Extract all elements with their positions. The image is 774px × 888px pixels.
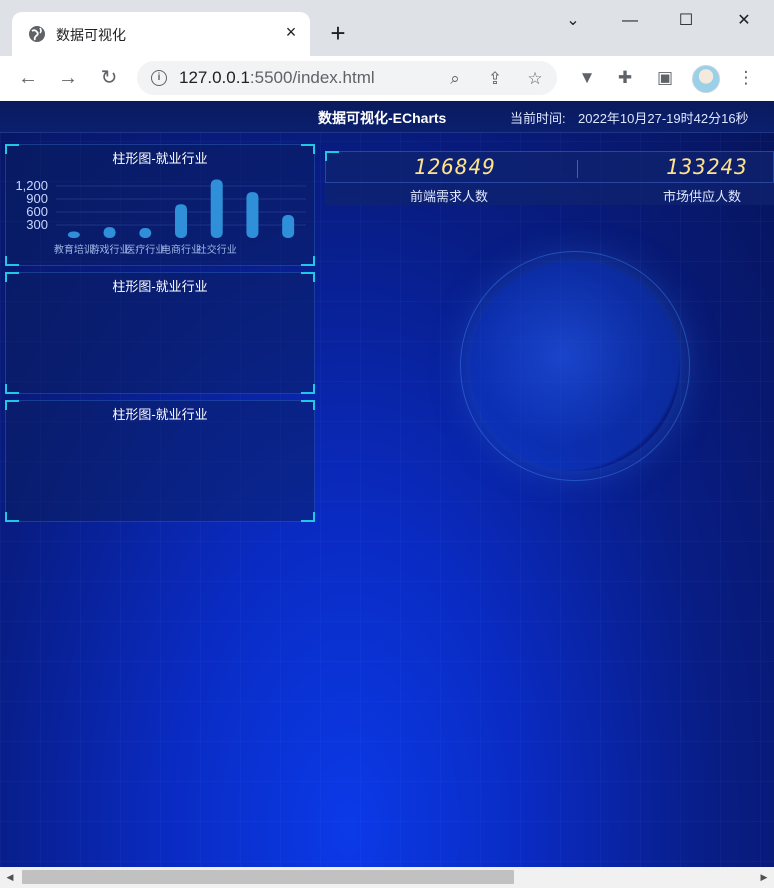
corner-decoration	[5, 512, 19, 522]
share-icon[interactable]: ⇪	[484, 68, 506, 90]
side-panel-icon[interactable]: ▣	[654, 66, 676, 90]
bar	[67, 231, 80, 238]
time-label: 当前时间:	[510, 111, 566, 126]
scroll-right-icon[interactable]: ▶	[758, 870, 770, 884]
browser-toolbar: ← → ↻ i 127.0.0.1:5500/index.html ⌕ ⇪ ☆ …	[0, 56, 774, 101]
bar	[175, 204, 187, 238]
close-window-button[interactable]: ✕	[731, 10, 757, 32]
horizontal-scrollbar[interactable]: ◀ ▶	[0, 867, 774, 888]
corner-decoration	[5, 384, 19, 394]
stat-demand-label: 前端需求人数	[410, 189, 489, 204]
bar	[282, 215, 295, 238]
corner-decoration	[301, 384, 315, 394]
stat-demand-value: 126849	[414, 155, 496, 179]
browser-chrome: 数据可视化 × + ⌄ — ☐ ✕ ← → ↻ i 127.0.0.1:5500…	[0, 0, 774, 101]
back-button[interactable]: ←	[14, 65, 42, 91]
dashboard-header: 数据可视化-ECharts 当前时间: 2022年10月27-19时42分16秒	[0, 101, 774, 133]
y-tick-label: 300	[26, 217, 48, 232]
corner-decoration	[325, 151, 339, 161]
x-tick-label: 教育培训	[54, 243, 94, 256]
new-tab-button[interactable]: +	[326, 20, 350, 46]
bookmark-star-icon[interactable]: ☆	[524, 68, 546, 90]
scrollbar-thumb[interactable]	[22, 870, 514, 884]
bar	[103, 227, 116, 238]
maximize-button[interactable]: ☐	[673, 10, 699, 32]
profile-avatar[interactable]	[692, 65, 720, 93]
stats-block: 126849 133243 前端需求人数 市场供应人数	[325, 151, 774, 205]
browser-tab[interactable]: 数据可视化 ×	[12, 12, 310, 56]
tab-search-icon[interactable]: ⌄	[560, 10, 586, 32]
extensions-puzzle-icon[interactable]: ✚	[614, 66, 636, 90]
chart-panel-1: 柱形图-就业行业 1,200 900 600 300 教育培训 游戏行业 医疗行业 电商行业社…	[5, 144, 315, 266]
panel-title: 柱形图-就业行业	[112, 407, 208, 422]
zoom-icon[interactable]: ⌕	[444, 68, 466, 90]
bar	[139, 228, 152, 238]
tab-title: 数据可视化	[56, 27, 126, 43]
time-value: 2022年10月27-19时42分16秒	[578, 111, 749, 126]
x-tick-label: 社交行业	[197, 243, 237, 256]
forward-button[interactable]: →	[54, 65, 82, 91]
x-tick-label: 电商行业	[161, 243, 201, 256]
address-bar[interactable]: i 127.0.0.1:5500/index.html ⌕ ⇪ ☆	[137, 61, 557, 95]
corner-decoration	[301, 512, 315, 522]
bar	[246, 192, 259, 238]
x-tick-label: 游戏行业	[90, 243, 130, 256]
bar	[210, 179, 223, 238]
bar-chart: 1,200900600300教育培训游戏行业医疗行业电商行业社交行业	[15, 178, 306, 256]
stats-box: 126849 133243	[325, 151, 774, 183]
vue-devtools-icon[interactable]: ▼	[576, 66, 598, 90]
chart-panel-3: 柱形图-就业行业	[5, 400, 315, 522]
url-text: 127.0.0.1:5500/index.html	[179, 68, 375, 87]
stat-supply-label: 市场供应人数	[663, 189, 742, 204]
reload-button[interactable]: ↻	[95, 65, 123, 91]
chart-panel-2: 柱形图-就业行业	[5, 272, 315, 394]
menu-kebab-icon[interactable]: ⋮	[735, 66, 757, 90]
x-tick-label: 医疗行业	[125, 243, 165, 256]
globe-decoration	[470, 261, 680, 471]
scroll-left-icon[interactable]: ◀	[4, 870, 16, 884]
dashboard-page: 数据可视化-ECharts 当前时间: 2022年10月27-19时42分16秒…	[0, 101, 774, 867]
minimize-button[interactable]: —	[617, 10, 643, 32]
panel-title: 柱形图-就业行业	[112, 279, 208, 294]
stat-divider	[577, 160, 578, 178]
stat-supply-value: 133243	[666, 155, 748, 179]
site-info-icon[interactable]: i	[151, 70, 167, 86]
close-tab-icon[interactable]: ×	[282, 22, 300, 42]
page-title: 数据可视化-ECharts	[318, 110, 447, 126]
globe-icon	[29, 26, 45, 42]
